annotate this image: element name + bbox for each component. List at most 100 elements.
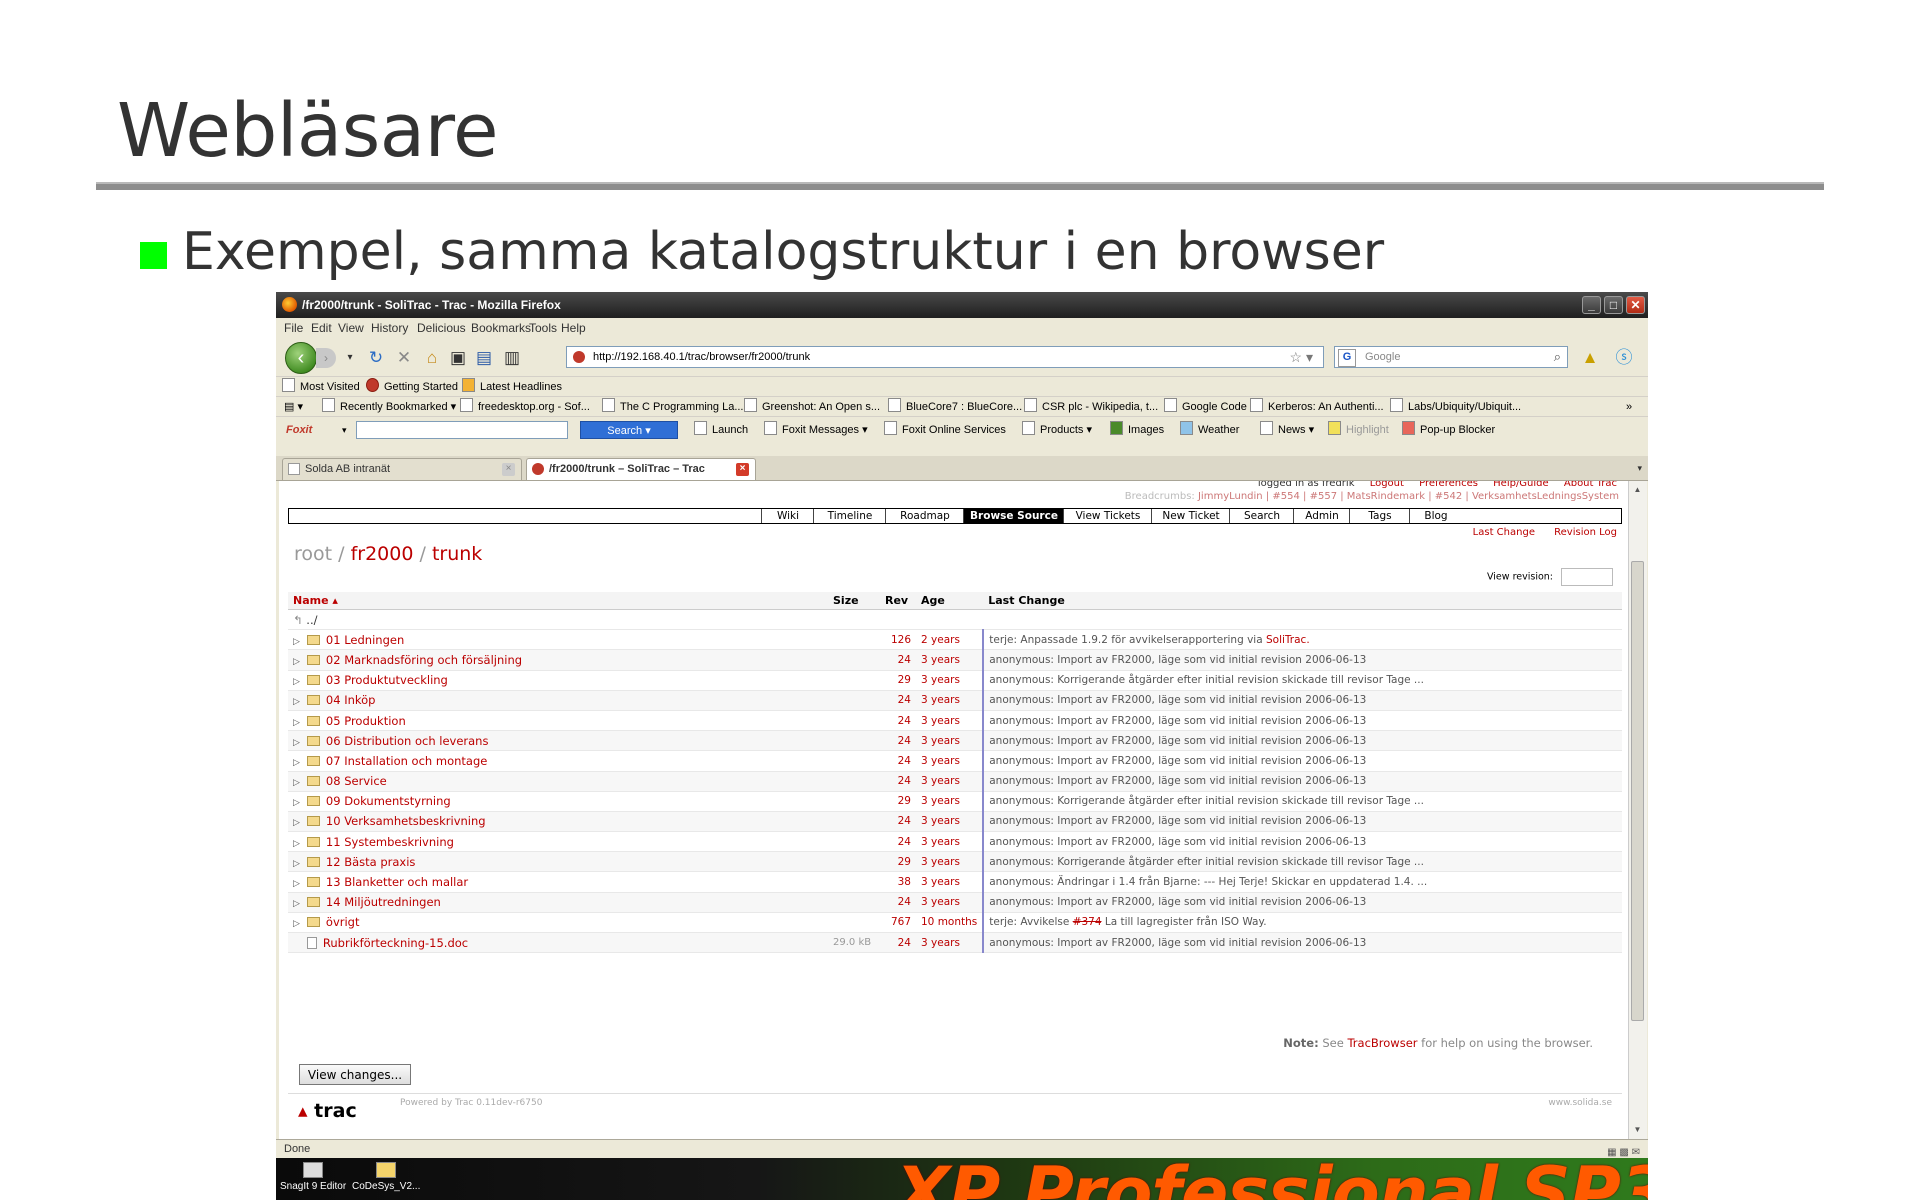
- foxit-search-button[interactable]: Search ▾: [580, 421, 678, 439]
- entry-name-cell[interactable]: ▷ 05 Produktion: [288, 710, 828, 732]
- change-link[interactable]: SoliTrac.: [1266, 634, 1310, 646]
- home-icon[interactable]: ⌂: [422, 348, 442, 368]
- tab-close-icon[interactable]: ×: [502, 463, 515, 476]
- expand-icon[interactable]: ▷: [293, 879, 300, 889]
- bookmark-latest-headlines[interactable]: Latest Headlines: [462, 377, 562, 397]
- bookmark-page-icon[interactable]: ▤: [474, 348, 494, 368]
- table-row[interactable]: ▷ övrigt 767 10 months terje: Avvikelse #374…: [288, 912, 1622, 934]
- age-link[interactable]: 3 years: [916, 710, 985, 732]
- last-change-link[interactable]: Last Change: [1473, 527, 1535, 538]
- ticket-link[interactable]: #374: [1073, 916, 1102, 928]
- expand-icon[interactable]: ▷: [293, 758, 300, 768]
- age-link[interactable]: 3 years: [916, 811, 985, 833]
- rev-link[interactable]: 24: [880, 690, 916, 711]
- rev-link[interactable]: 24: [880, 811, 916, 833]
- rev-link[interactable]: 767: [880, 912, 916, 934]
- table-row[interactable]: ▷ 03 Produktutveckling 29 3 years anonymous:…: [288, 670, 1622, 691]
- nav-roadmap[interactable]: Roadmap: [885, 509, 964, 523]
- rev-link[interactable]: 24: [880, 771, 916, 792]
- rev-link[interactable]: 126: [880, 629, 916, 651]
- age-link[interactable]: 3 years: [916, 730, 985, 752]
- bookmark-bluecore[interactable]: BlueCore7 : BlueCore...: [888, 397, 1022, 417]
- rev-link[interactable]: 29: [880, 851, 916, 873]
- rev-link[interactable]: 24: [880, 932, 916, 954]
- age-link[interactable]: 10 months: [916, 912, 985, 934]
- rev-link[interactable]: 24: [880, 750, 916, 772]
- bookmark-c-programming[interactable]: The C Programming La...: [602, 397, 744, 417]
- entry-name-cell[interactable]: ▷ 08 Service: [288, 771, 828, 792]
- tab-list-icon[interactable]: ▾: [1637, 456, 1642, 480]
- age-link[interactable]: 3 years: [916, 771, 985, 792]
- entry-name-cell[interactable]: ▷ 10 Verksamhetsbeskrivning: [288, 811, 828, 833]
- entry-name-cell[interactable]: ▷ 07 Installation och montage: [288, 750, 828, 772]
- path-trunk-link[interactable]: trunk: [432, 543, 482, 565]
- entry-name-cell[interactable]: ▷ 09 Dokumentstyrning: [288, 791, 828, 812]
- preferences-link[interactable]: Preferences: [1419, 481, 1478, 489]
- menu-file[interactable]: File: [284, 318, 303, 338]
- expand-icon[interactable]: ▷: [293, 677, 300, 687]
- expand-icon[interactable]: ▷: [293, 778, 300, 788]
- bookmark-getting-started[interactable]: Getting Started: [366, 377, 458, 397]
- table-row[interactable]: ▷ 09 Dokumentstyrning 29 3 years anonymous: …: [288, 791, 1622, 812]
- expand-icon[interactable]: ▷: [293, 818, 300, 828]
- view-changes-button[interactable]: View changes...: [299, 1064, 411, 1085]
- foxit-popup-blocker[interactable]: Pop-up Blocker: [1402, 417, 1495, 443]
- addon-icon[interactable]: ▲: [1580, 348, 1600, 368]
- breadcrumb-link[interactable]: MatsRindemark: [1347, 491, 1425, 502]
- path-fr2000-link[interactable]: fr2000: [351, 543, 414, 565]
- rev-link[interactable]: 29: [880, 670, 916, 691]
- entry-name-cell[interactable]: ▷ 02 Marknadsföring och försäljning: [288, 649, 828, 671]
- foxit-highlight[interactable]: Highlight: [1328, 417, 1389, 443]
- age-link[interactable]: 2 years: [916, 629, 985, 651]
- expand-icon[interactable]: ▷: [293, 697, 300, 707]
- entry-name-cell[interactable]: ▷ 01 Ledningen: [288, 629, 828, 651]
- address-bar[interactable]: http://192.168.40.1/trac/browser/fr2000/…: [566, 346, 1324, 368]
- age-link[interactable]: 3 years: [916, 649, 985, 671]
- age-link[interactable]: 3 years: [916, 871, 985, 893]
- table-row[interactable]: ▷ 02 Marknadsföring och försäljning 24 3 ye…: [288, 649, 1622, 671]
- view-revision-input[interactable]: [1561, 568, 1613, 586]
- age-link[interactable]: 3 years: [916, 892, 985, 913]
- entry-name-cell[interactable]: ▷Rubrikförteckning-15.doc: [288, 932, 828, 954]
- bookmark-csr[interactable]: CSR plc - Wikipedia, t...: [1024, 397, 1158, 417]
- age-link[interactable]: 3 years: [916, 851, 985, 873]
- col-age-header[interactable]: Age: [916, 592, 984, 610]
- col-size-header[interactable]: Size: [828, 592, 880, 610]
- age-link[interactable]: 3 years: [916, 750, 985, 772]
- desktop-icon-codesys[interactable]: CoDeSys_V2...: [352, 1162, 420, 1192]
- expand-icon[interactable]: ▷: [293, 657, 300, 667]
- expand-icon[interactable]: ▷: [293, 798, 300, 808]
- entry-name-cell[interactable]: ▷ övrigt: [288, 912, 828, 934]
- rev-link[interactable]: 38: [880, 871, 916, 893]
- table-row[interactable]: ▷Rubrikförteckning-15.doc29.0 kB243 year…: [288, 932, 1622, 954]
- age-link[interactable]: 3 years: [916, 670, 985, 691]
- table-row[interactable]: ▷ 11 Systembeskrivning 24 3 years anonymous:…: [288, 831, 1622, 853]
- tag-icon[interactable]: ▥: [502, 348, 522, 368]
- nav-timeline[interactable]: Timeline: [813, 509, 886, 523]
- nav-blog[interactable]: Blog: [1409, 509, 1462, 523]
- rev-link[interactable]: 29: [880, 791, 916, 812]
- bookmark-greenshot[interactable]: Greenshot: An Open s...: [744, 397, 880, 417]
- table-row[interactable]: ▷ 05 Produktion 24 3 years anonymous: Import…: [288, 710, 1622, 732]
- tab-solda-intranet[interactable]: Solda AB intranät ×: [282, 458, 522, 480]
- screenshot-icon[interactable]: ▣: [448, 348, 468, 368]
- age-link[interactable]: 3 years: [916, 690, 985, 711]
- entry-name-cell[interactable]: ▷ 03 Produktutveckling: [288, 670, 828, 691]
- foxit-messages[interactable]: Foxit Messages ▾: [764, 417, 868, 443]
- minimize-button[interactable]: _: [1582, 296, 1601, 314]
- table-row[interactable]: ▷ 14 Miljöutredningen 24 3 years anonymous: …: [288, 892, 1622, 913]
- maximize-button[interactable]: □: [1604, 296, 1623, 314]
- scroll-up-icon[interactable]: ▲: [1631, 483, 1644, 497]
- path-root-link[interactable]: root: [294, 543, 332, 565]
- menu-view[interactable]: View: [338, 318, 364, 338]
- col-name-header[interactable]: Name ▴: [288, 592, 828, 610]
- nav-tags[interactable]: Tags: [1349, 509, 1410, 523]
- bookmark-freedesktop[interactable]: freedesktop.org - Sof...: [460, 397, 590, 417]
- expand-icon[interactable]: ▷: [293, 859, 300, 869]
- table-row[interactable]: ▷ 06 Distribution och leverans 24 3 years an…: [288, 730, 1622, 752]
- foxit-products[interactable]: Products ▾: [1022, 417, 1092, 443]
- age-link[interactable]: 3 years: [916, 791, 985, 812]
- foxit-images[interactable]: Images: [1110, 417, 1164, 443]
- entry-name-cell[interactable]: ▷ 11 Systembeskrivning: [288, 831, 828, 853]
- menu-edit[interactable]: Edit: [311, 318, 332, 338]
